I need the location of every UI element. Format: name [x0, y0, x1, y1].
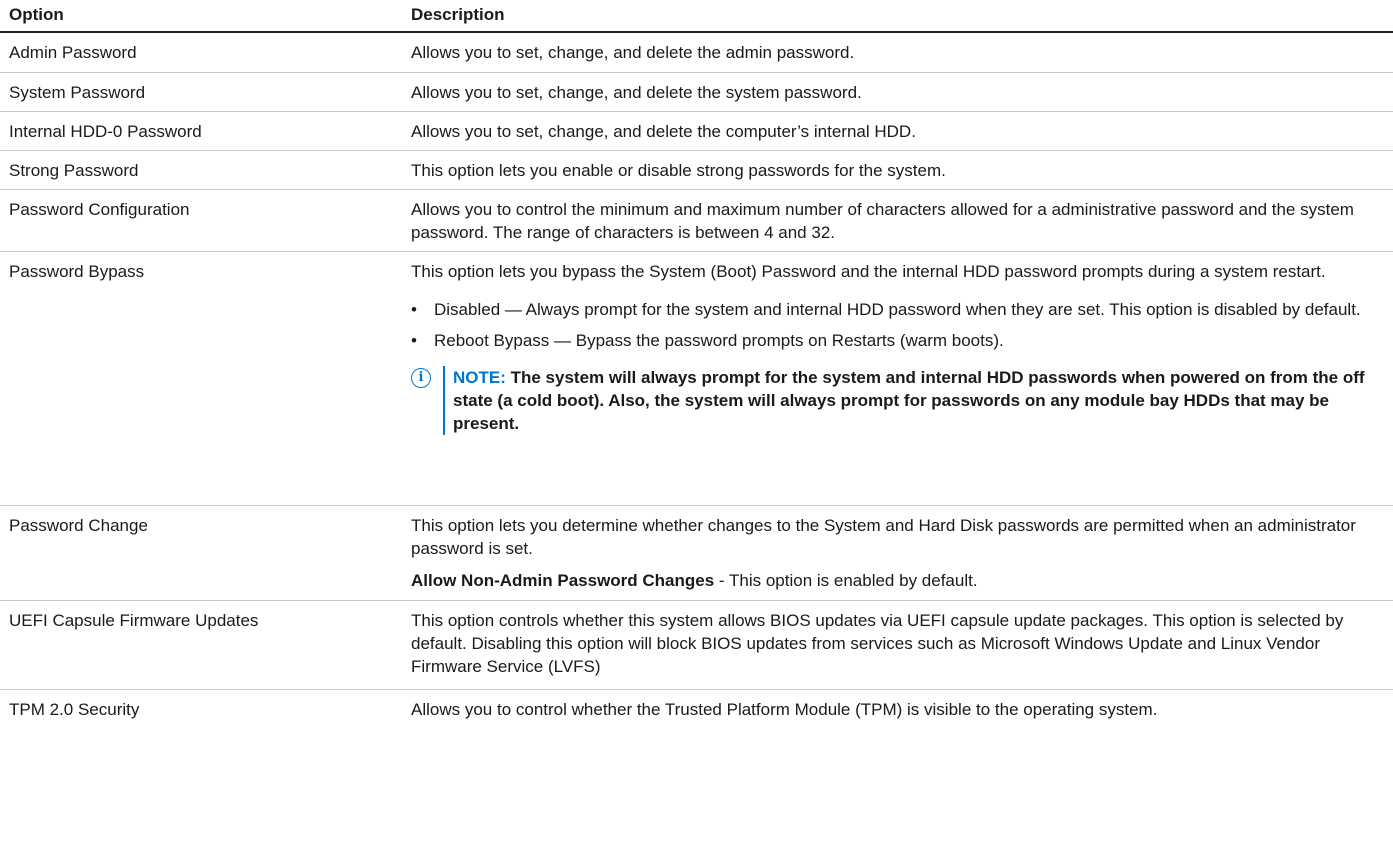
option-label: System Password	[9, 83, 146, 102]
bullet-text: Disabled — Always prompt for the system …	[434, 300, 1361, 319]
note-bar	[443, 366, 445, 435]
table-row: System Password Allows you to set, chang…	[0, 73, 1393, 112]
option-label: Admin Password	[9, 43, 137, 62]
table-row: Admin Password Allows you to set, change…	[0, 33, 1393, 73]
option-label: TPM 2.0 Security	[9, 700, 140, 719]
table-row: Password Change This option lets you det…	[0, 506, 1393, 601]
table-row: Strong Password This option lets you ena…	[0, 151, 1393, 190]
note-body: The system will always prompt for the sy…	[453, 368, 1365, 433]
note-label: NOTE:	[453, 368, 506, 387]
option-description: This option lets you determine whether c…	[411, 514, 1379, 592]
option-label: Strong Password	[9, 161, 139, 180]
note-callout: i NOTE: The system will always prompt for…	[411, 366, 1379, 435]
option-label: Password Bypass	[9, 262, 145, 281]
security-options-table: Option Description Admin Password Allows…	[0, 0, 1393, 730]
option-description: This option lets you enable or disable s…	[411, 161, 946, 180]
table-header: Option Description	[0, 0, 1393, 33]
option-label: Internal HDD-0 Password	[9, 122, 202, 141]
option-label: Password Configuration	[9, 200, 190, 219]
header-option: Option	[9, 5, 64, 24]
table-row: UEFI Capsule Firmware Updates This optio…	[0, 601, 1393, 690]
bullet-glyph: •	[411, 331, 417, 350]
option-description: Allows you to set, change, and delete th…	[411, 83, 862, 102]
setting-line: Allow Non-Admin Password Changes - This …	[411, 571, 978, 590]
option-label: UEFI Capsule Firmware Updates	[9, 611, 259, 630]
info-icon: i	[411, 368, 431, 388]
header-description: Description	[411, 5, 505, 24]
note-text: NOTE: The system will always prompt for …	[453, 366, 1379, 435]
list-item: • Disabled — Always prompt for the system…	[411, 298, 1379, 321]
table-row: Internal HDD-0 Password Allows you to se…	[0, 112, 1393, 151]
option-description: Allows you to set, change, and delete th…	[411, 43, 855, 62]
option-description: This option lets you bypass the System (…	[411, 260, 1379, 435]
option-description: Allows you to control the minimum and ma…	[411, 200, 1354, 242]
table-row: Password Bypass This option lets you byp…	[0, 252, 1393, 506]
bullet-glyph: •	[411, 300, 417, 319]
option-description: Allows you to control whether the Truste…	[411, 700, 1158, 719]
option-label: Password Change	[9, 516, 148, 535]
list-item: • Reboot Bypass — Bypass the password pro…	[411, 329, 1379, 352]
option-description: This option controls whether this system…	[411, 611, 1344, 676]
bullet-text: Reboot Bypass — Bypass the password prom…	[434, 331, 1004, 350]
option-description: Allows you to set, change, and delete th…	[411, 122, 916, 141]
table-row: TPM 2.0 Security Allows you to control w…	[0, 690, 1393, 730]
table-row: Password Configuration Allows you to con…	[0, 190, 1393, 252]
